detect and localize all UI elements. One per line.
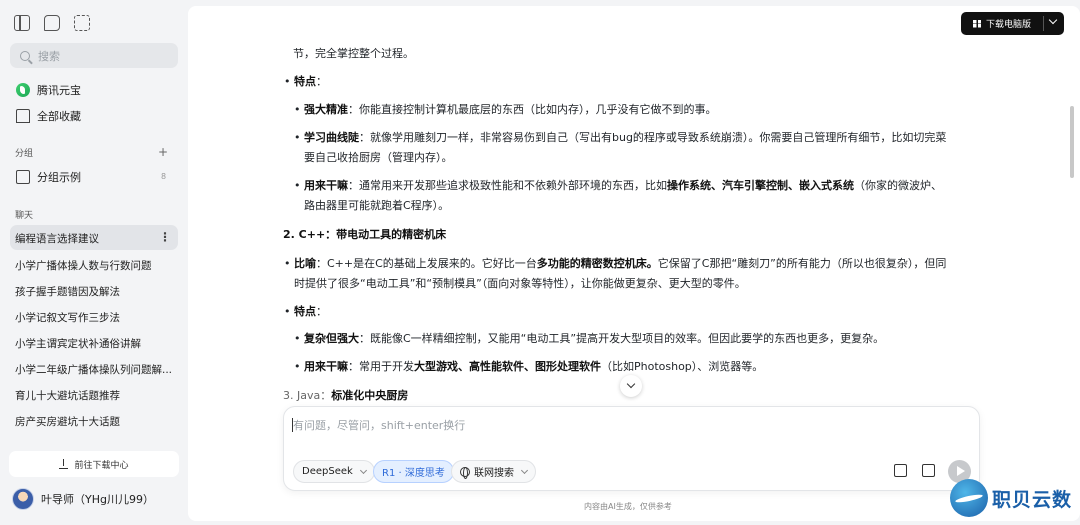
bold-text: 2. C++：带电动工具的精密机床	[283, 228, 447, 241]
bold-text: 用来干嘛	[304, 360, 348, 373]
chat-item[interactable]: 小学二年级广播体操队列问题解...	[15, 362, 172, 377]
chat-section-label: 聊天	[15, 211, 34, 221]
text: ：C++是在C的基础上发展来的。它好比一台	[316, 257, 537, 270]
user-name: 叶导师（YHg川儿99）	[41, 493, 154, 506]
text: ：就像学用雕刻刀一样，非常容易伤到自己（写出有bug的程序或导致系统崩溃）。你需…	[359, 131, 947, 144]
heading-features: 特点：	[284, 72, 327, 91]
nav-label: 全部收藏	[37, 110, 81, 123]
group-label: 分组示例	[37, 171, 81, 184]
group-item[interactable]: 分组示例	[16, 169, 81, 185]
model-label: DeepSeek	[302, 466, 353, 477]
text: ：通常用来开发那些追求极致性能和不依赖外部环境的东西，比如	[348, 179, 667, 192]
text: （比如Photoshop）、浏览器等。	[601, 360, 764, 373]
input-placeholder: 有问题，尽管问，shift+enter换行	[293, 419, 466, 432]
yuanbao-logo-icon	[16, 83, 30, 97]
download-icon	[59, 458, 69, 469]
bold-text: 特点	[294, 305, 316, 318]
model-select[interactable]: DeepSeek	[293, 460, 375, 483]
group-count: 8	[161, 172, 167, 181]
list-item: 复杂但强大：既能像C一样精细控制，又能用“电动工具”提高开发大型项目的效率。但因…	[294, 329, 885, 348]
text: ：既能像C一样精细控制，又能用“电动工具”提高开发大型项目的效率。但因此要学的东…	[359, 332, 885, 345]
bold-text: 大型游戏、高性能软件、图形处理软件	[414, 360, 601, 373]
download-center-label: 前往下载中心	[74, 460, 129, 471]
list-item: 强大精准：你能直接控制计算机最底层的东西（比如内存），几乎没有它做不到的事。	[294, 100, 717, 119]
globe-logo-icon	[950, 479, 988, 517]
bold-text: 强大精准	[304, 103, 348, 116]
file-upload-icon[interactable]	[922, 464, 935, 477]
divider	[1043, 16, 1044, 31]
list-item: 比喻：C++是在C的基础上发展来的。它好比一台多功能的精密数控机床。它保留了C那…	[284, 254, 947, 273]
chat-item[interactable]: 小学记叙文写作三步法	[15, 310, 120, 325]
message-input[interactable]: 有问题，尽管问，shift+enter换行 DeepSeek R1 · 深度思考…	[283, 406, 980, 491]
text: ：你能直接控制计算机最底层的东西（比如内存），几乎没有它做不到的事。	[348, 103, 717, 116]
scroll-to-bottom-button[interactable]	[620, 375, 642, 397]
download-pc-label: 下载电脑版	[986, 20, 1032, 30]
globe-icon	[460, 466, 470, 479]
bold-text: 多功能的精密数控机床。	[536, 257, 658, 270]
chat-item[interactable]: 小学广播体操人数与行数问题	[15, 258, 152, 273]
download-pc-button[interactable]: 下载电脑版	[961, 12, 1064, 35]
watermark-logo: 职贝云数	[950, 479, 1072, 517]
search-icon	[20, 50, 30, 61]
nav-label: 腾讯元宝	[37, 84, 81, 97]
chat-item[interactable]: 小学主谓宾定状补通俗讲解	[15, 336, 141, 351]
sidebar-toolbar	[14, 15, 90, 31]
bold-text: 标准化中央厨房	[331, 389, 409, 402]
nav-yuanbao[interactable]: 腾讯元宝	[16, 82, 81, 98]
add-group-button[interactable]: +	[158, 145, 168, 159]
ai-disclaimer: 内容由AI生成，仅供参考	[584, 502, 672, 511]
avatar	[12, 488, 34, 510]
watermark-text: 职贝云数	[992, 488, 1073, 511]
chat-more-icon[interactable]: ⋮	[159, 230, 171, 244]
text: 3. Java：	[283, 389, 332, 402]
deep-think-label: R1 · 深度思考	[382, 468, 445, 479]
web-search-label: 联网搜索	[474, 468, 514, 479]
new-chat-icon[interactable]	[44, 15, 60, 31]
bold-text: 比喻	[294, 257, 316, 270]
search-placeholder: 搜索	[38, 49, 60, 63]
heading-features: 特点：	[284, 302, 327, 321]
bookmark-icon	[16, 109, 30, 123]
bold-text: 用来干嘛	[304, 179, 348, 192]
chevron-down-icon[interactable]	[1048, 15, 1058, 25]
temporary-chat-icon[interactable]	[74, 15, 90, 31]
text: 它保留了C那把“雕刻刀”的所有能力（所以也很复杂），但同	[657, 257, 947, 270]
image-upload-icon[interactable]	[894, 464, 907, 477]
section-heading: 2. C++：带电动工具的精密机床	[283, 225, 446, 244]
chat-item[interactable]: 孩子握手题错因及解法	[15, 284, 120, 299]
scrollbar[interactable]	[1070, 106, 1074, 178]
bold-text: 特点	[294, 75, 316, 88]
bold-text: 复杂但强大	[304, 332, 359, 345]
deep-think-toggle[interactable]: R1 · 深度思考	[373, 460, 454, 483]
chevron-down-icon	[520, 466, 529, 474]
sidebar: 搜索 腾讯元宝 全部收藏 分组 + 分组示例 8 聊天 编程语言选择建议 ⋮ 小…	[0, 0, 188, 525]
text-line: 要自己收拾厨房（管理内存）。	[304, 151, 453, 164]
list-item: 学习曲线陡：就像学用雕刻刀一样，非常容易伤到自己（写出有bug的程序或导致系统崩…	[294, 128, 947, 147]
download-center-button[interactable]: 前往下载中心	[9, 451, 179, 477]
nav-favorites[interactable]: 全部收藏	[16, 108, 81, 124]
windows-icon	[973, 19, 981, 28]
chat-item[interactable]: 编程语言选择建议	[15, 231, 99, 246]
folder-icon	[16, 170, 30, 184]
text: （你家的微波炉、	[854, 179, 942, 192]
user-profile[interactable]: 叶导师（YHg川儿99）	[12, 488, 154, 510]
text: ：常用于开发	[348, 360, 414, 373]
web-search-toggle[interactable]: 联网搜索	[451, 460, 536, 483]
section-heading: 3. Java：标准化中央厨房	[283, 386, 408, 405]
list-item: 用来干嘛：常用于开发大型游戏、高性能软件、图形处理软件（比如Photoshop）…	[294, 357, 764, 376]
chat-item[interactable]: 育儿十大避坑话题推荐	[15, 388, 120, 403]
list-item: 用来干嘛：通常用来开发那些追求极致性能和不依赖外部环境的东西，比如操作系统、汽车…	[294, 176, 942, 195]
text-line: 路由器里可能就跑着C程序）。	[304, 199, 450, 212]
chat-item[interactable]: 房产买房避坑十大话题	[15, 414, 120, 429]
text-line: 时提供了很多“电动工具”和“预制模具”（面向对象等特性），让你能做更复杂、更大型…	[294, 277, 746, 290]
bold-text: 学习曲线陡	[304, 131, 359, 144]
search-input[interactable]: 搜索	[10, 43, 178, 68]
chevron-down-icon	[359, 466, 367, 474]
bold-text: 操作系统、汽车引擎控制、嵌入式系统	[667, 179, 854, 192]
text-line: 节，完全掌控整个过程。	[293, 47, 414, 60]
toggle-sidebar-icon[interactable]	[14, 15, 30, 31]
group-section-label: 分组	[15, 149, 34, 159]
